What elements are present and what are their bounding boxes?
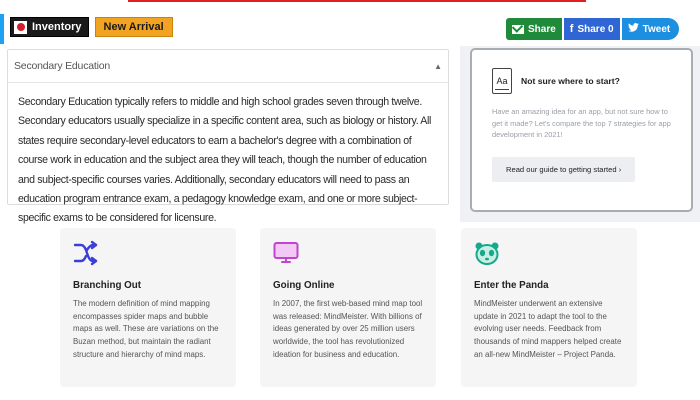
- feature-text: In 2007, the first web-based mind map to…: [273, 299, 423, 359]
- email-icon: [512, 24, 524, 34]
- getting-started-card: Aa Not sure where to start? Have an amaz…: [470, 48, 693, 212]
- monitor-icon: [273, 242, 299, 263]
- read-guide-button[interactable]: Read our guide to getting started ›: [492, 156, 636, 182]
- secondary-education-accordion: Secondary Education ▲ Secondary Educatio…: [7, 49, 449, 224]
- facebook-icon: f: [569, 23, 574, 35]
- inventory-tag[interactable]: Inventory: [10, 17, 89, 37]
- twitter-bird-icon: [627, 23, 639, 35]
- accordion-header[interactable]: Secondary Education ▲: [8, 50, 448, 83]
- tag-row: Inventory New Arrival: [10, 17, 173, 37]
- book-icon: Aa: [492, 68, 512, 94]
- tweet-label: Tweet: [642, 23, 671, 35]
- panda-icon: [475, 242, 499, 265]
- top-accent-line: [128, 0, 586, 2]
- feature-text: The modern definition of mind mapping en…: [73, 299, 219, 359]
- new-arrival-tag-label: New Arrival: [103, 21, 164, 33]
- left-accent-bar: [0, 14, 4, 44]
- feature-title: Going Online: [273, 280, 335, 291]
- feature-card-going-online: Going Online In 2007, the first web-base…: [260, 228, 436, 387]
- email-share-button[interactable]: Share: [506, 18, 562, 40]
- facebook-share-label: Share 0: [577, 23, 614, 35]
- side-card-header: Aa Not sure where to start?: [492, 68, 675, 94]
- feature-title: Enter the Panda: [474, 280, 549, 291]
- share-buttons: Share f Share 0 Tweet: [506, 18, 680, 40]
- email-share-label: Share: [528, 23, 556, 35]
- feature-title: Branching Out: [73, 280, 142, 291]
- feature-card-branching-out: Branching Out The modern definition of m…: [60, 228, 236, 387]
- side-card-title: Not sure where to start?: [521, 76, 620, 86]
- japan-flag-icon: [14, 20, 27, 34]
- side-card-text: Have an amazing idea for an app, but not…: [492, 107, 671, 139]
- feature-card-enter-the-panda: Enter the Panda MindMeister underwent an…: [461, 228, 637, 387]
- inventory-tag-label: Inventory: [32, 21, 82, 33]
- accordion-title: Secondary Education: [14, 60, 111, 72]
- twitter-tweet-button[interactable]: Tweet: [621, 18, 680, 40]
- feature-text: MindMeister underwent an extensive updat…: [474, 299, 622, 359]
- accordion-body-text: Secondary Education typically refers to …: [18, 96, 432, 225]
- caret-up-icon[interactable]: ▲: [434, 62, 442, 71]
- facebook-share-button[interactable]: f Share 0: [563, 18, 620, 40]
- branching-icon: [73, 240, 98, 266]
- new-arrival-tag[interactable]: New Arrival: [94, 17, 173, 37]
